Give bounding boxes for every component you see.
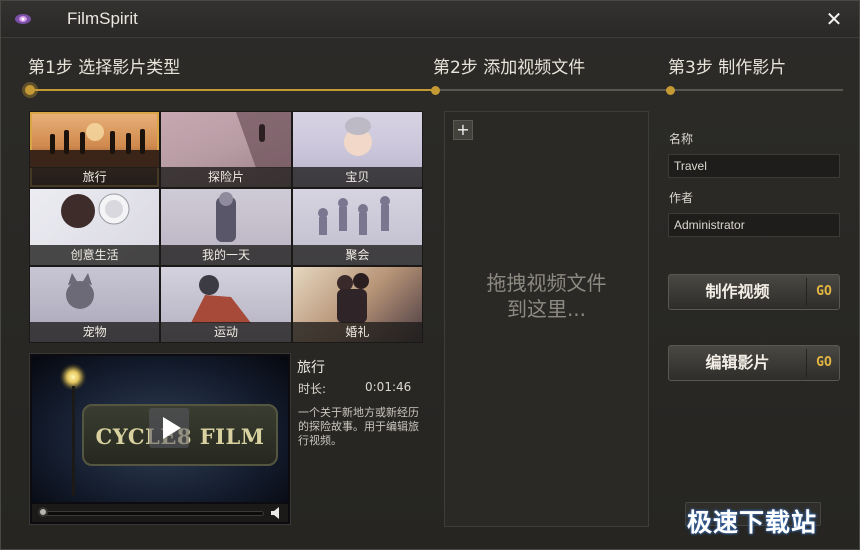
category-tile-party[interactable]: 聚会 xyxy=(292,189,422,265)
app-logo-icon xyxy=(15,14,31,24)
video-preview: CYCLE8 FILM xyxy=(29,353,291,525)
lamp-pole xyxy=(72,386,75,496)
close-button[interactable]: ✕ xyxy=(823,8,845,30)
category-tile-pet[interactable]: 宠物 xyxy=(30,266,160,342)
category-label: 聚会 xyxy=(292,244,422,265)
baby-thumbnail xyxy=(343,117,372,156)
drop-hint: 拖拽视频文件 到这里... xyxy=(445,270,648,322)
window-title: FilmSpirit xyxy=(67,9,138,28)
go-label: GO xyxy=(816,284,832,299)
category-tile-adventure[interactable]: 探险片 xyxy=(161,112,291,188)
adventure-thumbnail xyxy=(236,112,291,168)
step-progress-fill xyxy=(27,89,435,91)
title-bar: FilmSpirit ✕ xyxy=(1,1,859,38)
name-label: 名称 xyxy=(669,132,694,146)
author-label: 作者 xyxy=(669,191,694,205)
step-2-dot xyxy=(431,86,440,95)
category-label: 宠物 xyxy=(30,322,160,342)
pet-thumbnail xyxy=(66,272,94,309)
step-3-label: 第3步 制作影片 xyxy=(668,58,787,78)
category-label: 创意生活 xyxy=(30,244,160,265)
category-tile-sport[interactable]: 运动 xyxy=(161,266,291,342)
name-field[interactable] xyxy=(668,154,840,178)
category-grid: 旅行 探险片 宝贝 创意生活 我的一天 聚会 宠物 运动 婚礼 xyxy=(29,111,423,343)
drop-hint-line-1: 拖拽视频文件 xyxy=(486,271,607,295)
edit-film-label: 编辑影片 xyxy=(705,353,770,372)
app-window: FilmSpirit ✕ 第1步 选择影片类型 第2步 添加视频文件 第3步 制… xyxy=(0,0,860,550)
seek-bar[interactable] xyxy=(40,511,264,516)
party-thumbnail xyxy=(317,196,390,236)
preview-description: 一个关于新地方或新经历的探险故事。用于编辑旅行视频。 xyxy=(298,406,419,447)
button-separator xyxy=(806,349,807,377)
edit-film-button[interactable]: 编辑影片 GO xyxy=(668,345,840,381)
my-day-thumbnail xyxy=(216,192,237,243)
category-tile-baby[interactable]: 宝贝 xyxy=(292,112,422,188)
step-2-label: 第2步 添加视频文件 xyxy=(433,58,586,78)
travel-thumbnail xyxy=(30,123,160,168)
drop-hint-line-2: 到这里... xyxy=(506,297,587,321)
category-label: 我的一天 xyxy=(161,244,291,265)
category-label: 旅行 xyxy=(30,167,160,188)
category-label: 宝贝 xyxy=(292,167,422,188)
creative-thumbnail xyxy=(61,193,130,229)
step-1-label: 第1步 选择影片类型 xyxy=(28,58,181,78)
make-video-button[interactable]: 制作视频 GO xyxy=(668,274,840,310)
category-label: 运动 xyxy=(161,322,291,342)
category-tile-travel[interactable]: 旅行 xyxy=(30,112,160,188)
player-controls xyxy=(32,504,288,522)
author-field[interactable] xyxy=(668,213,840,237)
go-label: GO xyxy=(816,355,832,370)
category-label: 婚礼 xyxy=(292,322,422,342)
category-tile-my-day[interactable]: 我的一天 xyxy=(161,189,291,265)
sport-thumbnail xyxy=(191,274,252,323)
watermark-text: 极速下载站 xyxy=(687,508,818,537)
video-drop-area[interactable]: + 拖拽视频文件 到这里... xyxy=(444,111,649,527)
make-video-label: 制作视频 xyxy=(705,282,770,301)
preview-title: 旅行 xyxy=(297,360,325,376)
add-video-button[interactable]: + xyxy=(453,120,473,140)
duration-value: 0:01:46 xyxy=(365,380,412,394)
duration-label: 时长: xyxy=(298,382,327,396)
seek-knob[interactable] xyxy=(38,507,48,517)
wedding-thumbnail xyxy=(336,272,369,323)
category-tile-creative[interactable]: 创意生活 xyxy=(30,189,160,265)
category-label: 探险片 xyxy=(161,167,291,188)
step-1-dot xyxy=(25,85,35,95)
preview-screen[interactable]: CYCLE8 FILM xyxy=(32,356,288,502)
category-tile-wedding[interactable]: 婚礼 xyxy=(292,266,422,342)
step-3-dot xyxy=(666,86,675,95)
volume-icon[interactable] xyxy=(270,507,284,519)
button-separator xyxy=(806,278,807,306)
play-icon[interactable] xyxy=(149,408,189,448)
